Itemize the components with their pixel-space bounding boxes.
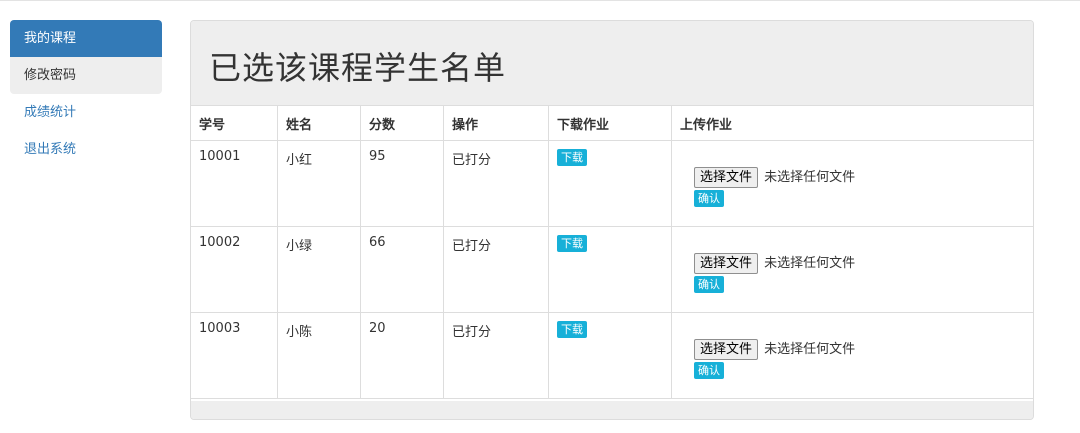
sidebar-item-my-courses[interactable]: 我的课程	[10, 20, 162, 57]
sidebar-item-change-password[interactable]: 修改密码	[10, 57, 162, 94]
download-button[interactable]: 下载	[557, 149, 587, 166]
column-header-score: 分数	[360, 105, 444, 141]
download-button[interactable]: 下载	[557, 321, 587, 338]
download-cell: 下载	[548, 140, 672, 227]
column-header-download: 下载作业	[548, 105, 672, 141]
student-name-cell: 小红	[277, 140, 361, 227]
student-id-cell: 10003	[191, 312, 278, 399]
file-upload: 选择文件 未选择任何文件 确认	[694, 166, 1025, 207]
column-header-operation: 操作	[443, 105, 549, 141]
file-status-text: 未选择任何文件	[764, 170, 856, 185]
page-title: 已选该课程学生名单	[209, 49, 507, 87]
student-id-cell: 10002	[191, 226, 278, 313]
score-cell: 20	[360, 312, 444, 399]
student-name-cell: 小陈	[277, 312, 361, 399]
download-button[interactable]: 下载	[557, 235, 587, 252]
table-header-row: 学号 姓名 分数 操作 下载作业 上传作业	[191, 105, 1033, 141]
file-status-text: 未选择任何文件	[764, 342, 856, 357]
status-cell: 已打分	[443, 226, 549, 313]
panel-header: 已选该课程学生名单	[191, 21, 1033, 105]
table-row: 10002 小绿 66 已打分 下载 选择文件 未选择任何文件 确认	[191, 226, 1033, 313]
table-row: 10003 小陈 20 已打分 下载 选择文件 未选择任何文件 确认	[191, 312, 1033, 399]
file-upload: 选择文件 未选择任何文件 确认	[694, 252, 1025, 293]
score-cell: 95	[360, 140, 444, 227]
student-name-cell: 小绿	[277, 226, 361, 313]
choose-file-button[interactable]: 选择文件	[694, 339, 759, 360]
column-header-upload: 上传作业	[671, 105, 1033, 141]
status-cell: 已打分	[443, 140, 549, 227]
panel-footer	[191, 401, 1033, 419]
upload-cell: 选择文件 未选择任何文件 确认	[671, 140, 1033, 227]
sidebar-item-logout[interactable]: 退出系统	[10, 131, 162, 168]
file-status-text: 未选择任何文件	[764, 256, 856, 271]
upload-cell: 选择文件 未选择任何文件 确认	[671, 312, 1033, 399]
file-upload: 选择文件 未选择任何文件 确认	[694, 338, 1025, 379]
confirm-button[interactable]: 确认	[694, 362, 724, 379]
top-divider	[0, 0, 1080, 1]
sidebar-item-grade-stats[interactable]: 成绩统计	[10, 94, 162, 131]
student-list-panel: 已选该课程学生名单 学号 姓名 分数 操作 下载作业 上传作业 10001 小红…	[190, 20, 1034, 420]
confirm-button[interactable]: 确认	[694, 190, 724, 207]
download-cell: 下载	[548, 226, 672, 313]
choose-file-button[interactable]: 选择文件	[694, 253, 759, 274]
table-row: 10001 小红 95 已打分 下载 选择文件 未选择任何文件 确认	[191, 140, 1033, 227]
sidebar: 我的课程 修改密码 成绩统计 退出系统	[10, 20, 162, 168]
download-cell: 下载	[548, 312, 672, 399]
confirm-button[interactable]: 确认	[694, 276, 724, 293]
score-cell: 66	[360, 226, 444, 313]
choose-file-button[interactable]: 选择文件	[694, 167, 759, 188]
student-id-cell: 10001	[191, 140, 278, 227]
column-header-name: 姓名	[277, 105, 361, 141]
column-header-id: 学号	[191, 105, 278, 141]
status-cell: 已打分	[443, 312, 549, 399]
student-table: 学号 姓名 分数 操作 下载作业 上传作业 10001 小红 95 已打分 下载…	[191, 105, 1033, 399]
upload-cell: 选择文件 未选择任何文件 确认	[671, 226, 1033, 313]
